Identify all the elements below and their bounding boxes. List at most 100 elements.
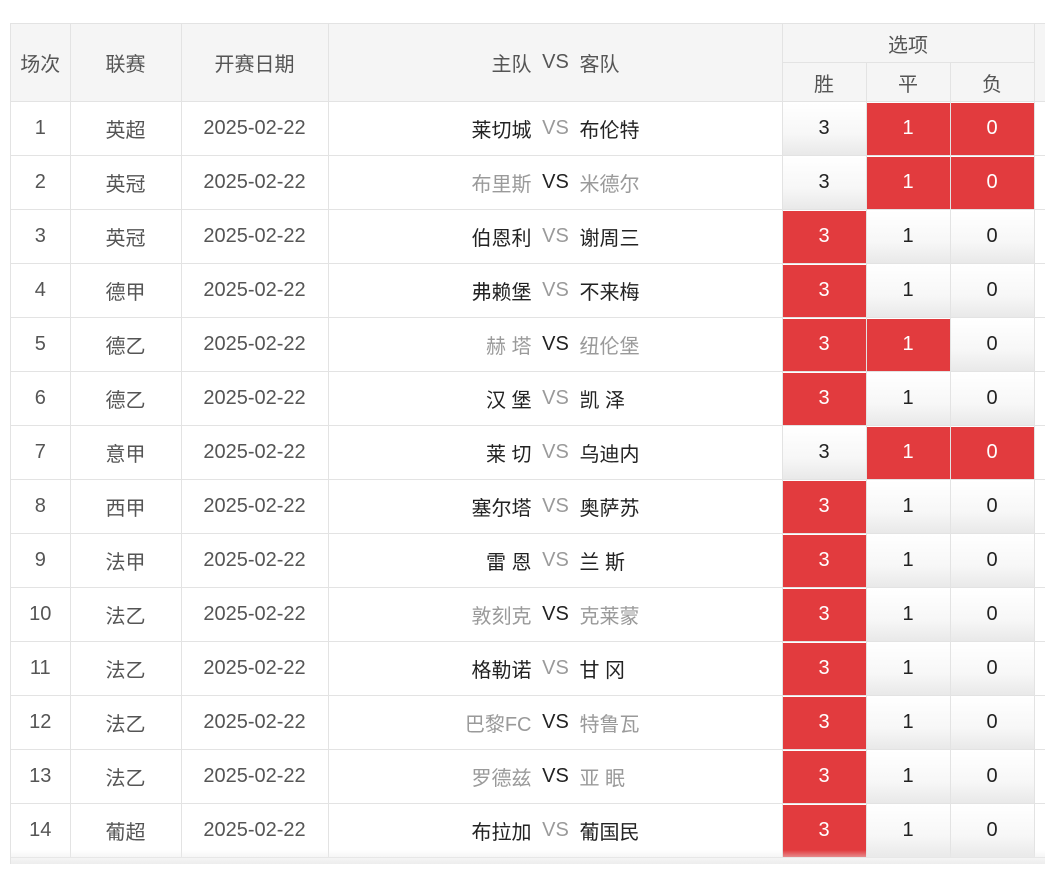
vs-label: VS: [542, 819, 569, 841]
option-draw-button[interactable]: 1: [866, 534, 950, 587]
lose-cell: 0: [950, 587, 1035, 642]
table-row: 14 葡超 2025-02-22 布拉加 VS 葡国民 3 1 0: [11, 803, 1045, 858]
option-win-button[interactable]: 3: [782, 804, 866, 857]
row-league: 德甲: [70, 263, 182, 318]
option-win-button[interactable]: 3: [782, 264, 866, 317]
lose-cell: 0: [950, 695, 1035, 750]
table-body: 1 英超 2025-02-22 莱切城 VS 布伦特 3 1 0 2 英冠 20…: [11, 101, 1045, 858]
win-cell: 3: [782, 263, 867, 318]
option-draw-button[interactable]: 1: [866, 588, 950, 641]
option-draw-button[interactable]: 1: [866, 372, 950, 425]
row-league: 德乙: [70, 317, 182, 372]
header-date: 开赛日期: [181, 24, 329, 102]
home-team: 莱 切: [485, 444, 532, 466]
option-lose-button[interactable]: 0: [950, 642, 1034, 695]
away-team: 不来梅: [579, 282, 640, 304]
option-draw-button[interactable]: 1: [866, 210, 950, 263]
option-win-button[interactable]: 3: [782, 750, 866, 803]
header-league: 联赛: [70, 24, 182, 102]
row-league: 英冠: [70, 209, 182, 264]
option-win-button[interactable]: 3: [782, 318, 866, 371]
table-row: 6 德乙 2025-02-22 汉 堡 VS 凯 泽 3 1 0: [11, 371, 1045, 426]
option-lose-button[interactable]: 0: [950, 210, 1034, 263]
option-draw-button[interactable]: 1: [866, 318, 950, 371]
draw-cell: 1: [866, 749, 951, 804]
option-win-button[interactable]: 3: [782, 156, 866, 209]
home-team: 雷 恩: [485, 552, 532, 574]
option-lose-button[interactable]: 0: [950, 750, 1034, 803]
option-lose-button[interactable]: 0: [950, 372, 1034, 425]
option-draw-button[interactable]: 1: [866, 102, 950, 155]
row-num: 2: [11, 155, 71, 210]
row-match: 敦刻克 VS 克莱蒙: [328, 587, 783, 642]
draw-cell: 1: [866, 317, 951, 372]
option-win-button[interactable]: 3: [782, 588, 866, 641]
vs-label: VS: [542, 279, 569, 301]
table-row: 13 法乙 2025-02-22 罗德兹 VS 亚 眠 3 1 0: [11, 749, 1045, 804]
row-date: 2025-02-22: [181, 263, 329, 318]
win-cell: 3: [782, 101, 867, 156]
option-lose-button[interactable]: 0: [950, 264, 1034, 317]
option-win-button[interactable]: 3: [782, 426, 866, 479]
vs-label: VS: [542, 765, 569, 787]
option-lose-button[interactable]: 0: [950, 102, 1034, 155]
away-team: 谢周三: [579, 228, 640, 250]
row-league: 西甲: [70, 479, 182, 534]
option-lose-button[interactable]: 0: [950, 696, 1034, 749]
draw-cell: 1: [866, 101, 951, 156]
header-match: 主队 VS 客队: [328, 24, 783, 102]
option-draw-button[interactable]: 1: [866, 264, 950, 317]
option-lose-button[interactable]: 0: [950, 588, 1034, 641]
option-win-button[interactable]: 3: [782, 480, 866, 533]
table-row: 7 意甲 2025-02-22 莱 切 VS 乌迪内 3 1 0: [11, 425, 1045, 480]
header-win: 胜: [782, 62, 867, 102]
row-league: 葡超: [70, 803, 182, 858]
draw-cell: 1: [866, 209, 951, 264]
home-team: 莱切城: [471, 120, 532, 142]
option-draw-button[interactable]: 1: [866, 480, 950, 533]
option-lose-button[interactable]: 0: [950, 426, 1034, 479]
win-cell: 3: [782, 155, 867, 210]
option-win-button[interactable]: 3: [782, 372, 866, 425]
row-num: 4: [11, 263, 71, 318]
option-win-button[interactable]: 3: [782, 534, 866, 587]
table-row: 9 法甲 2025-02-22 雷 恩 VS 兰 斯 3 1 0: [11, 533, 1045, 588]
option-lose-button[interactable]: 0: [950, 480, 1034, 533]
option-lose-button[interactable]: 0: [950, 534, 1034, 587]
option-draw-button[interactable]: 1: [866, 156, 950, 209]
home-team: 塞尔塔: [471, 498, 532, 520]
row-league: 意甲: [70, 425, 182, 480]
row-date: 2025-02-22: [181, 101, 329, 156]
option-win-button[interactable]: 3: [782, 102, 866, 155]
win-cell: 3: [782, 749, 867, 804]
row-match: 罗德兹 VS 亚 眠: [328, 749, 783, 804]
row-num: 6: [11, 371, 71, 426]
vs-label: VS: [542, 657, 569, 679]
row-match: 赫 塔 VS 纽伦堡: [328, 317, 783, 372]
option-draw-button[interactable]: 1: [866, 750, 950, 803]
row-date: 2025-02-22: [181, 425, 329, 480]
option-lose-button[interactable]: 0: [950, 156, 1034, 209]
option-lose-button[interactable]: 0: [950, 318, 1034, 371]
header-lose: 负: [950, 62, 1035, 102]
option-draw-button[interactable]: 1: [866, 804, 950, 857]
vs-label: VS: [542, 171, 569, 193]
vs-label: VS: [542, 117, 569, 139]
table-row: 10 法乙 2025-02-22 敦刻克 VS 克莱蒙 3 1 0: [11, 587, 1045, 642]
option-lose-button[interactable]: 0: [950, 804, 1034, 857]
row-date: 2025-02-22: [181, 695, 329, 750]
table-header: 场次 联赛 开赛日期 主队 VS 客队 选项 胜 平 负: [11, 24, 1045, 102]
option-draw-button[interactable]: 1: [866, 426, 950, 479]
row-date: 2025-02-22: [181, 317, 329, 372]
row-match: 弗赖堡 VS 不来梅: [328, 263, 783, 318]
header-home: 主队: [491, 54, 532, 76]
option-win-button[interactable]: 3: [782, 696, 866, 749]
lose-cell: 0: [950, 641, 1035, 696]
option-win-button[interactable]: 3: [782, 210, 866, 263]
option-draw-button[interactable]: 1: [866, 696, 950, 749]
header-extra: [1034, 24, 1045, 102]
vs-label: VS: [542, 441, 569, 463]
win-cell: 3: [782, 533, 867, 588]
option-win-button[interactable]: 3: [782, 642, 866, 695]
option-draw-button[interactable]: 1: [866, 642, 950, 695]
